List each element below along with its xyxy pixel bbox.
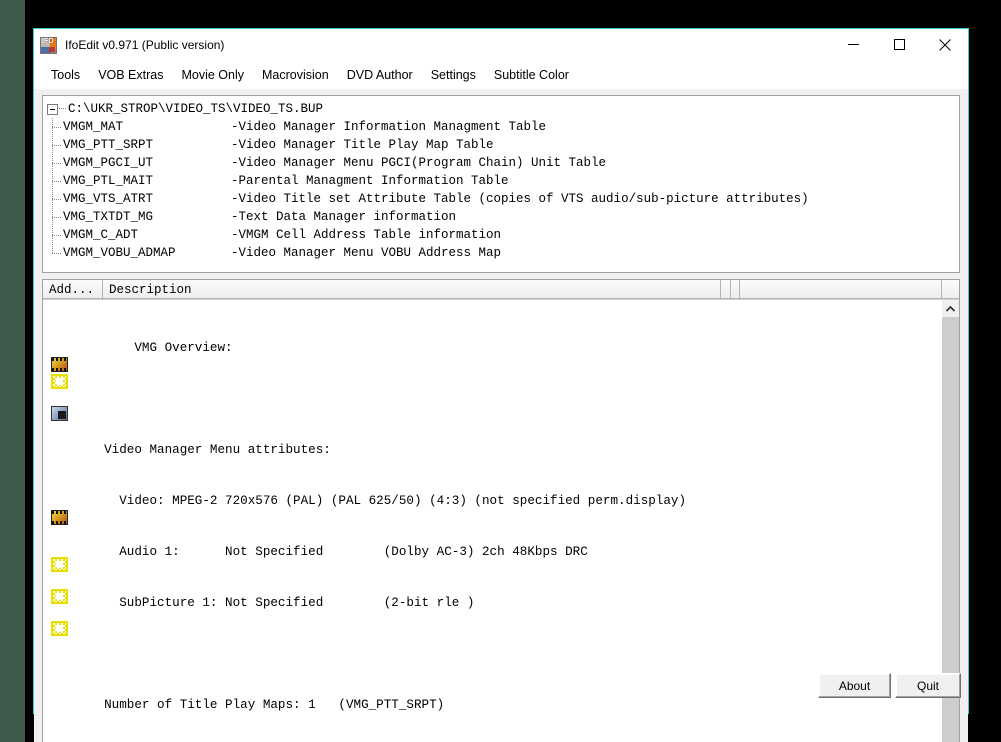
tree-item-desc: -Video Manager Information Managment Tab… [231, 120, 547, 134]
audio-icon [51, 557, 68, 572]
info-line: Video Manager Menu attributes: [89, 443, 331, 457]
tree-root-node[interactable]: C:\UKR_STROP\VIDEO_TS\VIDEO_TS.BUP [47, 100, 959, 118]
tree-item-name: VMG_PTT_SRPT [63, 138, 154, 152]
info-line: Video: MPEG-2 720x576 (PAL) (PAL 625/50)… [89, 494, 687, 508]
tree-branch-icon [52, 136, 63, 154]
tree-item-desc: -VMGM Cell Address Table information [231, 228, 502, 242]
info-text[interactable]: VMG Overview: Video Manager Menu attribu… [89, 300, 941, 742]
menu-subtitle-color[interactable]: Subtitle Color [485, 65, 578, 85]
column-header-add[interactable]: Add... [43, 280, 103, 299]
subpicture-icon [51, 406, 68, 421]
tree-item-desc: -Video Manager Menu PGCI(Program Chain) … [231, 156, 607, 170]
tree-item-name: VMGM_MAT [63, 120, 124, 134]
close-button[interactable] [922, 29, 968, 60]
ifo-app-icon: IFO [40, 36, 57, 54]
info-line: SubPicture 1: Not Specified (2-bit rle ) [89, 596, 475, 610]
tree-item-vmg-ptl-mait[interactable]: VMG_PTL_MAIT -Parental Managment Informa… [52, 172, 959, 190]
audio-icon [51, 621, 68, 636]
tree-item-desc: -Parental Managment Information Table [231, 174, 509, 188]
tree-item-name: VMGM_C_ADT [63, 228, 139, 242]
quit-button[interactable]: Quit [895, 673, 961, 698]
tree-item-name: VMGM_PGCI_UT [63, 156, 154, 170]
tree-item-vmgm-mat[interactable]: VMGM_MAT -Video Manager Information Mana… [52, 118, 959, 136]
tree-item-name: VMG_TXTDT_MG [63, 210, 154, 224]
window-controls [830, 29, 968, 61]
menu-movie-only[interactable]: Movie Only [172, 65, 253, 85]
tree-item-vmgm-pgci-ut[interactable]: VMGM_PGCI_UT -Video Manager Menu PGCI(Pr… [52, 154, 959, 172]
column-header-filler [740, 280, 942, 299]
scrollbar-corner [942, 280, 959, 299]
title-bar: IFO IfoEdit v0.971 (Public version) [34, 29, 968, 61]
tree-item-name: VMGM_VOBU_ADMAP [63, 246, 176, 260]
scroll-up-icon[interactable] [942, 300, 959, 317]
column-header-description[interactable]: Description [103, 280, 721, 299]
menu-dvd-author[interactable]: DVD Author [338, 65, 422, 85]
audio-icon [51, 374, 68, 389]
tree-item-vmgm-vobu-admap[interactable]: VMGM_VOBU_ADMAP -Video Manager Menu VOBU… [52, 244, 959, 262]
info-line [89, 391, 941, 408]
column-divider-1[interactable] [721, 280, 731, 299]
tree-item-desc: -Video Manager Title Play Map Table [231, 138, 494, 152]
tree-item-vmg-ptt-srpt[interactable]: VMG_PTT_SRPT -Video Manager Title Play M… [52, 136, 959, 154]
film-icon [51, 357, 68, 372]
tree-item-vmg-txtdt-mg[interactable]: VMG_TXTDT_MG -Text Data Manager informat… [52, 208, 959, 226]
ifoedit-window: IFO IfoEdit v0.971 (Public version) Tool… [33, 28, 969, 742]
audio-icon [51, 589, 68, 604]
info-line: Number of Title Play Maps: 1 (VMG_PTT_SR… [89, 698, 445, 712]
tree-branch-icon [52, 172, 63, 190]
client-area: C:\UKR_STROP\VIDEO_TS\VIDEO_TS.BUP VMGM_… [34, 89, 968, 742]
icon-gutter [43, 300, 89, 742]
tree-children: VMGM_MAT -Video Manager Information Mana… [52, 118, 959, 262]
tree-item-vmgm-c-adt[interactable]: VMGM_C_ADT -VMGM Cell Address Table info… [52, 226, 959, 244]
tree-item-desc: -Video Title set Attribute Table (copies… [231, 192, 809, 206]
tree-collapse-icon[interactable] [47, 103, 58, 115]
info-line [89, 646, 941, 663]
tree-item-vmg-vts-atrt[interactable]: VMG_VTS_ATRT -Video Title set Attribute … [52, 190, 959, 208]
minimize-button[interactable] [830, 29, 876, 60]
tree-item-name: VMG_VTS_ATRT [63, 192, 154, 206]
column-divider-2[interactable] [731, 280, 740, 299]
ifo-structure-tree[interactable]: C:\UKR_STROP\VIDEO_TS\VIDEO_TS.BUP VMGM_… [42, 95, 960, 273]
info-line: Audio 1: Not Specified (Dolby AC-3) 2ch … [89, 545, 588, 559]
info-line: VMG Overview: [89, 341, 233, 355]
menu-bar: Tools VOB Extras Movie Only Macrovision … [34, 61, 968, 89]
tree-root-label: C:\UKR_STROP\VIDEO_TS\VIDEO_TS.BUP [68, 102, 324, 116]
tree-item-name: VMG_PTL_MAIT [63, 174, 154, 188]
tree-branch-icon [52, 118, 63, 136]
tree-branch-icon [52, 244, 63, 262]
tree-item-desc: -Text Data Manager information [231, 210, 457, 224]
menu-settings[interactable]: Settings [422, 65, 485, 85]
tree-branch-icon [52, 190, 63, 208]
tree-branch-icon [52, 154, 63, 172]
maximize-button[interactable] [876, 29, 922, 60]
tree-branch-icon [52, 208, 63, 226]
screen: IFO IfoEdit v0.971 (Public version) Tool… [0, 0, 1001, 742]
menu-vob-extras[interactable]: VOB Extras [89, 65, 172, 85]
menu-tools[interactable]: Tools [42, 65, 89, 85]
list-column-headers: Add... Description [43, 280, 959, 300]
menu-macrovision[interactable]: Macrovision [253, 65, 338, 85]
tree-item-desc: -Video Manager Menu VOBU Address Map [231, 246, 502, 260]
film-icon [51, 510, 68, 525]
tree-branch-icon [52, 226, 63, 244]
about-button[interactable]: About [818, 673, 891, 698]
